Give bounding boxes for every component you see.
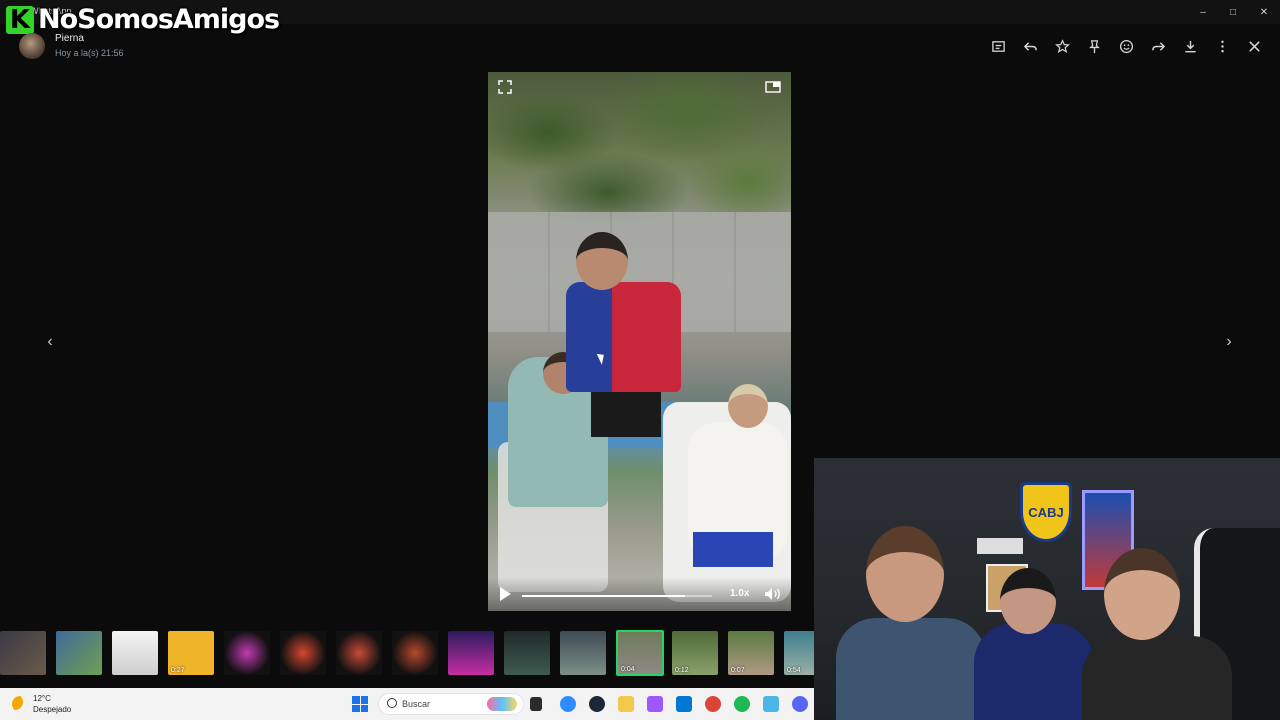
spotify-icon[interactable] bbox=[734, 696, 750, 712]
close-viewer-button[interactable] bbox=[1238, 34, 1270, 58]
playback-speed-button[interactable]: 1.0x bbox=[730, 588, 749, 599]
close-icon bbox=[1248, 40, 1260, 52]
channel-overlay: K NoSomosAmigos bbox=[6, 4, 280, 35]
emoji-icon bbox=[1119, 39, 1133, 53]
media-thumbnail[interactable] bbox=[224, 631, 270, 675]
search-highlight-icon bbox=[487, 697, 517, 711]
caption-icon bbox=[991, 40, 1005, 52]
message-timestamp: Hoy a la(s) 21:56 bbox=[55, 48, 124, 58]
streamer-head bbox=[866, 526, 944, 622]
reply-icon bbox=[1023, 41, 1037, 51]
media-thumbnail[interactable] bbox=[56, 631, 102, 675]
media-thumbnail[interactable]: 0:07 bbox=[728, 631, 774, 675]
channel-logo: K bbox=[6, 5, 34, 34]
steam-icon[interactable] bbox=[589, 696, 605, 712]
maximize-button[interactable]: □ bbox=[1218, 0, 1248, 24]
chevron-left-icon: ‹ bbox=[47, 333, 53, 350]
video-player[interactable]: 1.0x bbox=[488, 72, 791, 611]
media-thumbnail[interactable] bbox=[448, 631, 494, 675]
media-thumbnail[interactable] bbox=[112, 631, 158, 675]
window-close-button[interactable]: ✕ bbox=[1249, 0, 1279, 24]
media-thumbnail-strip: 0:27 0:04 0:12 0:07 0:54 bbox=[0, 629, 814, 677]
thumbnail-duration: 0:04 bbox=[621, 666, 635, 673]
previous-media-button[interactable]: ‹ bbox=[38, 330, 62, 354]
caption-button[interactable] bbox=[982, 34, 1014, 58]
photos-icon[interactable] bbox=[763, 696, 779, 712]
volume-icon[interactable] bbox=[764, 587, 782, 601]
more-button[interactable] bbox=[1206, 34, 1238, 58]
copilot-icon[interactable] bbox=[647, 696, 663, 712]
media-thumbnail[interactable] bbox=[504, 631, 550, 675]
media-thumbnail[interactable] bbox=[560, 631, 606, 675]
media-thumbnail[interactable]: 0:12 bbox=[672, 631, 718, 675]
wall-sign bbox=[977, 538, 1023, 554]
streamer-head bbox=[1000, 568, 1056, 634]
files-icon[interactable] bbox=[618, 696, 634, 712]
forward-button[interactable] bbox=[1142, 34, 1174, 58]
weather-temperature[interactable]: 12°C bbox=[33, 694, 51, 703]
star-icon bbox=[1054, 38, 1070, 53]
task-view-icon[interactable] bbox=[530, 697, 542, 711]
streamer-body bbox=[836, 618, 986, 720]
video-frame-foliage bbox=[488, 72, 791, 222]
taskbar-search[interactable]: Buscar bbox=[378, 693, 524, 715]
pin-icon bbox=[1088, 39, 1100, 53]
club-shield: CABJ bbox=[1020, 482, 1072, 542]
moon-icon[interactable] bbox=[12, 696, 28, 712]
picture-in-picture-icon[interactable] bbox=[765, 80, 781, 94]
thumbnail-duration: 0:27 bbox=[171, 667, 185, 674]
video-frame-person-head bbox=[728, 384, 768, 428]
minimize-button[interactable]: – bbox=[1188, 0, 1218, 24]
media-toolbar bbox=[982, 34, 1270, 58]
media-thumbnail[interactable] bbox=[336, 631, 382, 675]
thumbnail-duration: 0:54 bbox=[787, 667, 801, 674]
chrome-icon[interactable] bbox=[705, 696, 721, 712]
channel-name: NoSomosAmigos bbox=[38, 4, 280, 35]
download-button[interactable] bbox=[1174, 34, 1206, 58]
video-progress-bar[interactable] bbox=[522, 595, 712, 597]
more-icon bbox=[1220, 40, 1224, 52]
zoom-icon[interactable] bbox=[560, 696, 576, 712]
forward-icon bbox=[1151, 41, 1165, 51]
media-thumbnail[interactable] bbox=[392, 631, 438, 675]
streamer-head bbox=[1104, 548, 1180, 640]
store-icon[interactable] bbox=[676, 696, 692, 712]
media-thumbnail[interactable]: 0:54 bbox=[784, 631, 814, 675]
media-thumbnail[interactable] bbox=[0, 631, 46, 675]
windows-taskbar: 12°C Despejado Buscar bbox=[0, 688, 814, 720]
start-button[interactable] bbox=[352, 696, 368, 712]
avatar[interactable] bbox=[19, 33, 45, 59]
search-placeholder: Buscar bbox=[402, 699, 431, 709]
search-icon bbox=[387, 698, 397, 708]
streamer-body bbox=[974, 623, 1094, 720]
sender-name: Pierna bbox=[55, 33, 84, 44]
next-media-button[interactable]: › bbox=[1217, 330, 1241, 354]
star-button[interactable] bbox=[1046, 34, 1078, 58]
reply-button[interactable] bbox=[1014, 34, 1046, 58]
play-icon[interactable] bbox=[500, 587, 511, 601]
windows-logo-icon bbox=[352, 696, 360, 704]
video-frame-shorts bbox=[693, 532, 773, 567]
video-progress-fill bbox=[522, 595, 686, 597]
media-thumbnail[interactable] bbox=[280, 631, 326, 675]
discord-icon[interactable] bbox=[792, 696, 808, 712]
chevron-right-icon: › bbox=[1226, 333, 1232, 350]
fullscreen-icon[interactable] bbox=[498, 80, 512, 94]
video-frame-person-standing bbox=[566, 232, 681, 472]
media-thumbnail[interactable]: 0:27 bbox=[168, 631, 214, 675]
react-button[interactable] bbox=[1110, 34, 1142, 58]
download-icon bbox=[1184, 40, 1196, 52]
pin-button[interactable] bbox=[1078, 34, 1110, 58]
weather-description[interactable]: Despejado bbox=[33, 705, 71, 714]
webcam-overlay: CABJ bbox=[814, 458, 1280, 720]
streamer-body bbox=[1082, 636, 1232, 720]
media-thumbnail[interactable]: 0:04 bbox=[616, 630, 664, 676]
thumbnail-duration: 0:07 bbox=[731, 667, 745, 674]
video-controls: 1.0x bbox=[488, 577, 791, 611]
thumbnail-duration: 0:12 bbox=[675, 667, 689, 674]
